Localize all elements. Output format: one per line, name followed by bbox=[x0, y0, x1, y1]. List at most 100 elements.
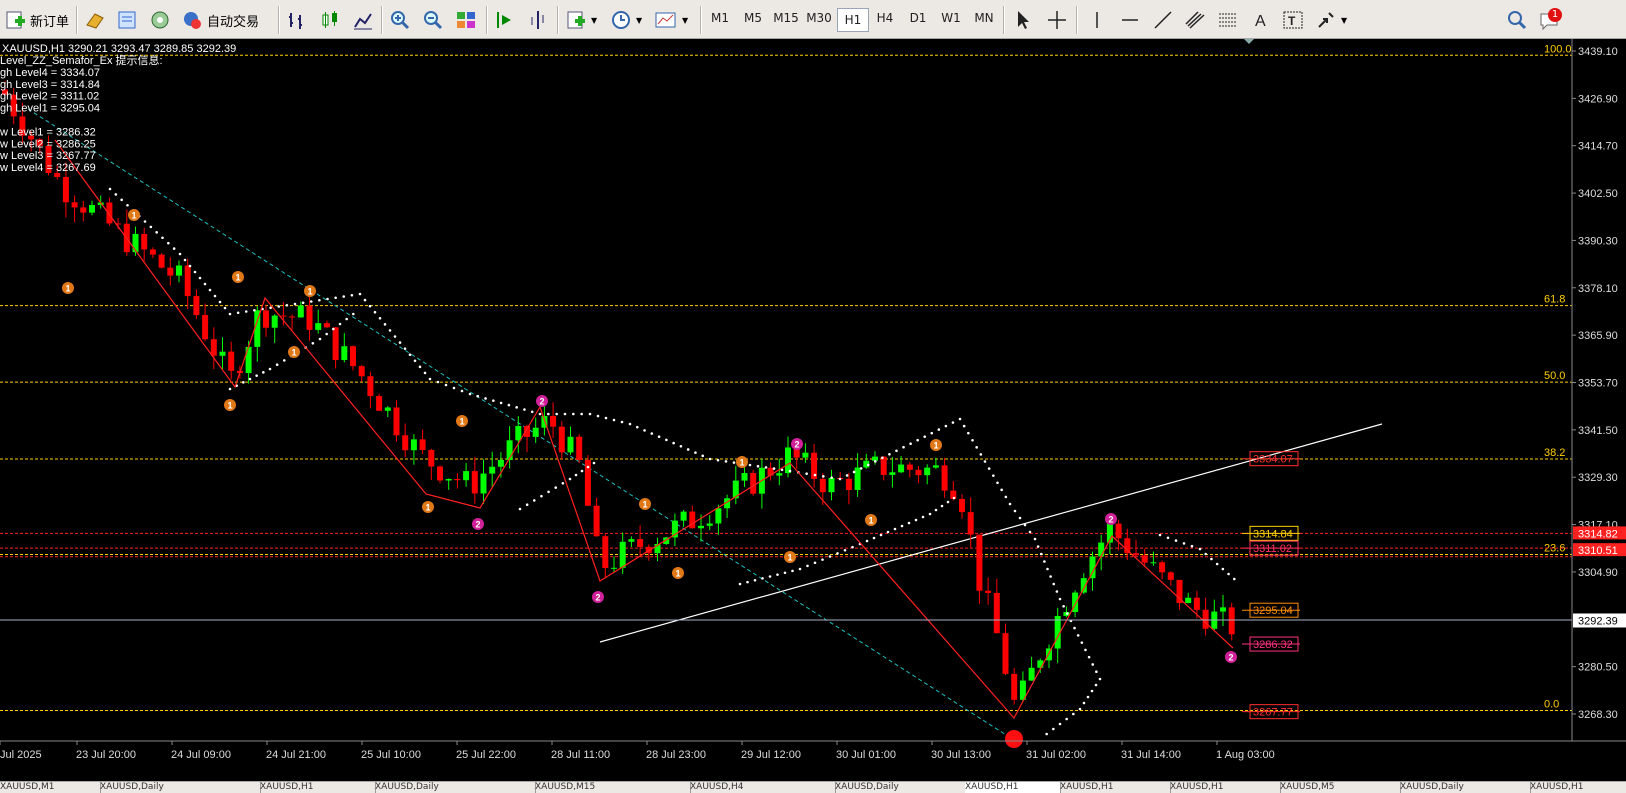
current-price-label: 3292.39 bbox=[1578, 615, 1618, 627]
band-dot bbox=[1052, 727, 1055, 731]
band-dot bbox=[881, 456, 884, 460]
text-icon[interactable]: A bbox=[1250, 9, 1272, 31]
time-axis-label: 23 Jul 20:00 bbox=[76, 749, 136, 761]
band-dot bbox=[428, 377, 432, 381]
semafor-marker: 1 bbox=[128, 209, 140, 221]
time-axis-label: Jul 2025 bbox=[0, 749, 42, 761]
chart-tab[interactable]: XAUUSD,Daily bbox=[375, 782, 536, 793]
candle-body bbox=[1150, 562, 1157, 564]
chart-tab[interactable]: XAUUSD,M1 bbox=[0, 782, 101, 793]
candle-body bbox=[689, 511, 696, 529]
chart-tab[interactable]: XAUUSD,H1 bbox=[1060, 782, 1171, 793]
candle-body bbox=[89, 204, 95, 213]
band-dot bbox=[285, 303, 289, 307]
auto-trade-button[interactable]: 自动交易 bbox=[181, 7, 259, 33]
band-dot bbox=[1046, 567, 1049, 571]
periods-button[interactable]: ▼ bbox=[610, 7, 642, 33]
indicators-button[interactable]: ▼ bbox=[565, 7, 597, 33]
band-dot bbox=[580, 412, 583, 416]
new-order-button[interactable]: 新订单 bbox=[4, 7, 69, 33]
new-order-icon bbox=[6, 11, 25, 29]
band-dot bbox=[756, 464, 760, 468]
trendline-icon[interactable] bbox=[1152, 9, 1174, 31]
text-label-icon[interactable]: T bbox=[1282, 9, 1304, 31]
crosshair-icon[interactable] bbox=[1046, 9, 1068, 31]
candle-body bbox=[785, 447, 791, 474]
band-dot bbox=[1073, 626, 1076, 630]
band-dot bbox=[108, 187, 112, 191]
band-dot bbox=[1174, 539, 1178, 542]
candle-body bbox=[515, 425, 522, 441]
candle-body bbox=[1141, 555, 1148, 563]
band-dot bbox=[930, 431, 934, 435]
chart-tab[interactable]: XAUUSD,H1 bbox=[965, 782, 1061, 793]
band-dot bbox=[914, 518, 918, 522]
chart-tab[interactable]: XAUUSD,H1 bbox=[1530, 782, 1626, 793]
band-dot bbox=[468, 392, 472, 396]
band-dot bbox=[588, 412, 592, 416]
horizontal-line-icon[interactable] bbox=[1119, 9, 1141, 31]
data-window-icon[interactable] bbox=[116, 9, 138, 31]
timeframe-m15-button[interactable]: M15 bbox=[771, 11, 801, 25]
band-dot bbox=[971, 438, 974, 442]
chart-tab[interactable]: XAUUSD,Daily bbox=[835, 782, 966, 793]
band-dot bbox=[657, 435, 661, 439]
band-dot bbox=[580, 469, 584, 473]
candle-body bbox=[428, 449, 435, 467]
band-dot bbox=[753, 578, 757, 582]
candle-body bbox=[828, 478, 835, 493]
chart-tab[interactable]: XAUUSD,Daily bbox=[100, 782, 261, 793]
market-watch-icon[interactable] bbox=[84, 9, 106, 31]
band-dot bbox=[363, 298, 367, 302]
navigator-icon[interactable] bbox=[149, 9, 171, 31]
timeframe-h1-button[interactable]: H1 bbox=[837, 8, 869, 32]
equidistant-channel-icon[interactable] bbox=[1184, 9, 1206, 31]
timeframe-d1-button[interactable]: D1 bbox=[903, 11, 933, 25]
autoscroll-icon[interactable] bbox=[494, 9, 516, 31]
chart-tab[interactable]: XAUUSD,M5 bbox=[1280, 782, 1401, 793]
indicator-info-line: Level_ZZ_Semafor_Ex 提示信息: bbox=[0, 53, 163, 67]
fibonacci-icon[interactable] bbox=[1217, 9, 1239, 31]
arrows-button[interactable]: ▼ bbox=[1315, 7, 1347, 33]
chart-tab[interactable]: XAUUSD,M15 bbox=[535, 782, 691, 793]
candle-body bbox=[410, 439, 417, 451]
chart-tab[interactable]: XAUUSD,H4 bbox=[690, 782, 836, 793]
fib-level-label: 38.2 bbox=[1544, 447, 1565, 459]
cursor-icon[interactable] bbox=[1012, 9, 1034, 31]
band-dot bbox=[1013, 509, 1017, 513]
band-dot bbox=[334, 296, 337, 300]
band-dot bbox=[1078, 707, 1082, 711]
chart-tab[interactable]: XAUUSD,H1 bbox=[1170, 782, 1281, 793]
chart-tab[interactable]: XAUUSD,Daily bbox=[1400, 782, 1531, 793]
timeframe-h4-button[interactable]: H4 bbox=[870, 11, 900, 25]
timeframe-m5-button[interactable]: M5 bbox=[738, 11, 768, 25]
band-dot bbox=[843, 548, 847, 552]
bar-chart-icon[interactable] bbox=[286, 9, 308, 31]
notification-button[interactable]: 1 bbox=[1538, 8, 1562, 32]
timeframe-m1-button[interactable]: M1 bbox=[705, 11, 735, 25]
indicator-info-line: w Level3 = 3267.77 bbox=[0, 150, 96, 162]
search-icon[interactable] bbox=[1506, 9, 1528, 31]
timeframe-w1-button[interactable]: W1 bbox=[936, 11, 966, 25]
candle-body bbox=[741, 473, 748, 481]
candle-body bbox=[1167, 572, 1174, 580]
tile-windows-icon[interactable] bbox=[455, 9, 477, 31]
candle-body bbox=[80, 207, 87, 213]
vertical-line-icon[interactable] bbox=[1086, 9, 1108, 31]
candlestick-icon[interactable] bbox=[319, 9, 341, 31]
line-chart-icon[interactable] bbox=[352, 9, 374, 31]
templates-button[interactable]: ▼ bbox=[654, 7, 688, 33]
candle-body bbox=[245, 346, 252, 374]
band-dot bbox=[403, 347, 407, 350]
zoom-out-icon[interactable] bbox=[422, 9, 444, 31]
zoom-in-icon[interactable] bbox=[389, 9, 411, 31]
candle-body bbox=[750, 473, 757, 494]
price-chart[interactable]: 100.061.850.038.223.60.0 111111112221112… bbox=[0, 39, 1626, 781]
chart-tab[interactable]: XAUUSD,H1 bbox=[260, 782, 376, 793]
chart-shift-icon[interactable] bbox=[527, 9, 549, 31]
timeframe-m30-button[interactable]: M30 bbox=[804, 11, 834, 25]
timeframe-mn-button[interactable]: MN bbox=[969, 11, 999, 25]
time-axis-label: 24 Jul 09:00 bbox=[171, 749, 231, 761]
main-toolbar: 新订单 自动交易 ▼ ▼ ▼ M1 M5 M15 M30 H1 H4 D1 W1 MN A T … bbox=[0, 0, 1626, 39]
candle-body bbox=[845, 478, 852, 490]
